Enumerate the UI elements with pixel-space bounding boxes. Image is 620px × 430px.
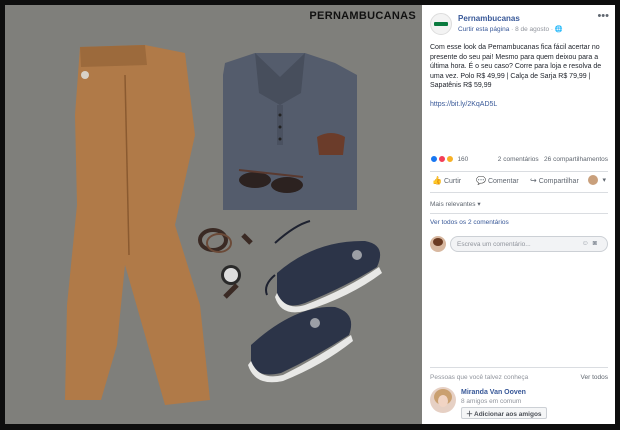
post-date[interactable]: 8 de agosto xyxy=(515,26,549,33)
share-button[interactable]: ↪ Compartilhar xyxy=(530,176,579,185)
pymk-suggestion: Miranda Van Ooven 8 amigos em comum ＋Adi… xyxy=(430,387,608,421)
suggested-friend-name[interactable]: Miranda Van Ooven xyxy=(461,389,526,396)
avatar[interactable] xyxy=(430,387,456,413)
reactions-bar[interactable]: 160 2 comentários 26 compartilhamentos xyxy=(430,155,608,167)
wow-reaction-icon xyxy=(445,155,454,163)
pymk-title: Pessoas que você talvez conheça xyxy=(430,374,529,381)
divider xyxy=(430,213,608,214)
engagement-counts: 2 comentários 26 compartilhamentos xyxy=(498,156,608,163)
post-meta: Curtir esta página · 8 de agosto · 🌐 xyxy=(458,26,563,33)
like-button[interactable]: 👍 Curtir xyxy=(432,176,461,185)
product-flatlay-image xyxy=(5,5,422,424)
avatar[interactable] xyxy=(430,236,446,252)
share-icon: ↪ xyxy=(530,176,537,185)
camera-icon[interactable]: ◙ xyxy=(593,240,601,247)
thumbs-up-icon: 👍 xyxy=(432,176,442,185)
like-reaction-icon xyxy=(430,155,438,163)
post-sidebar: ••• Pernambucanas Curtir esta página · 8… xyxy=(422,5,615,424)
mutual-friends-count[interactable]: 8 amigos em comum xyxy=(461,398,521,405)
post-link[interactable]: https://bit.ly/2KqAD5L xyxy=(430,101,497,108)
comment-composer: Escreva um comentário... ☺◙ xyxy=(430,236,608,252)
reaction-count[interactable]: 160 xyxy=(457,156,468,163)
divider xyxy=(430,367,608,368)
love-reaction-icon xyxy=(437,155,446,163)
globe-icon: 🌐 xyxy=(554,26,563,33)
people-you-may-know-header: Pessoas que você talvez conheça Ver todo… xyxy=(430,374,608,381)
like-page-link[interactable]: Curtir esta página xyxy=(458,26,509,33)
logo-mark xyxy=(434,22,448,26)
comment-button[interactable]: 💬 Comentar xyxy=(476,176,519,185)
share-count[interactable]: 26 compartilhamentos xyxy=(544,156,608,163)
share-as-avatar[interactable] xyxy=(588,175,598,185)
more-options-icon[interactable]: ••• xyxy=(597,10,609,22)
page-avatar[interactable] xyxy=(430,13,452,35)
sort-label: Mais relevantes xyxy=(430,201,476,208)
comment-label: Comentar xyxy=(487,178,519,185)
page-name-link[interactable]: Pernambucanas xyxy=(458,14,520,23)
emoji-icon[interactable]: ☺ xyxy=(582,240,593,247)
comment-placeholder: Escreva um comentário... xyxy=(457,241,531,248)
post-actions: 👍 Curtir 💬 Comentar ↪ Compartilhar ▾ xyxy=(430,175,608,189)
share-label: Compartilhar xyxy=(538,178,579,185)
comment-tools: ☺◙ xyxy=(582,240,601,247)
brand-watermark: PERNAMBUCANAS xyxy=(309,10,416,22)
add-friend-button[interactable]: ＋Adicionar aos amigos xyxy=(461,407,547,419)
comment-count[interactable]: 2 comentários xyxy=(498,156,539,163)
add-friend-label: Adicionar aos amigos xyxy=(474,411,542,418)
comment-input[interactable]: Escreva um comentário... ☺◙ xyxy=(450,236,608,252)
post-text: Com esse look da Pernambucanas fica fáci… xyxy=(430,44,602,89)
divider xyxy=(430,171,608,172)
add-friend-icon: ＋ xyxy=(466,411,473,418)
comment-icon: 💬 xyxy=(476,176,486,185)
post-photo[interactable]: PERNAMBUCANAS xyxy=(5,5,422,424)
comment-sort-dropdown[interactable]: Mais relevantes ▾ xyxy=(430,200,481,208)
like-label: Curtir xyxy=(443,178,462,185)
chevron-down-icon: ▾ xyxy=(477,201,481,208)
divider xyxy=(430,192,608,193)
view-all-comments-link[interactable]: Ver todos os 2 comentários xyxy=(430,219,509,226)
see-all-link[interactable]: Ver todos xyxy=(581,374,608,381)
chevron-down-icon[interactable]: ▾ xyxy=(602,176,606,184)
